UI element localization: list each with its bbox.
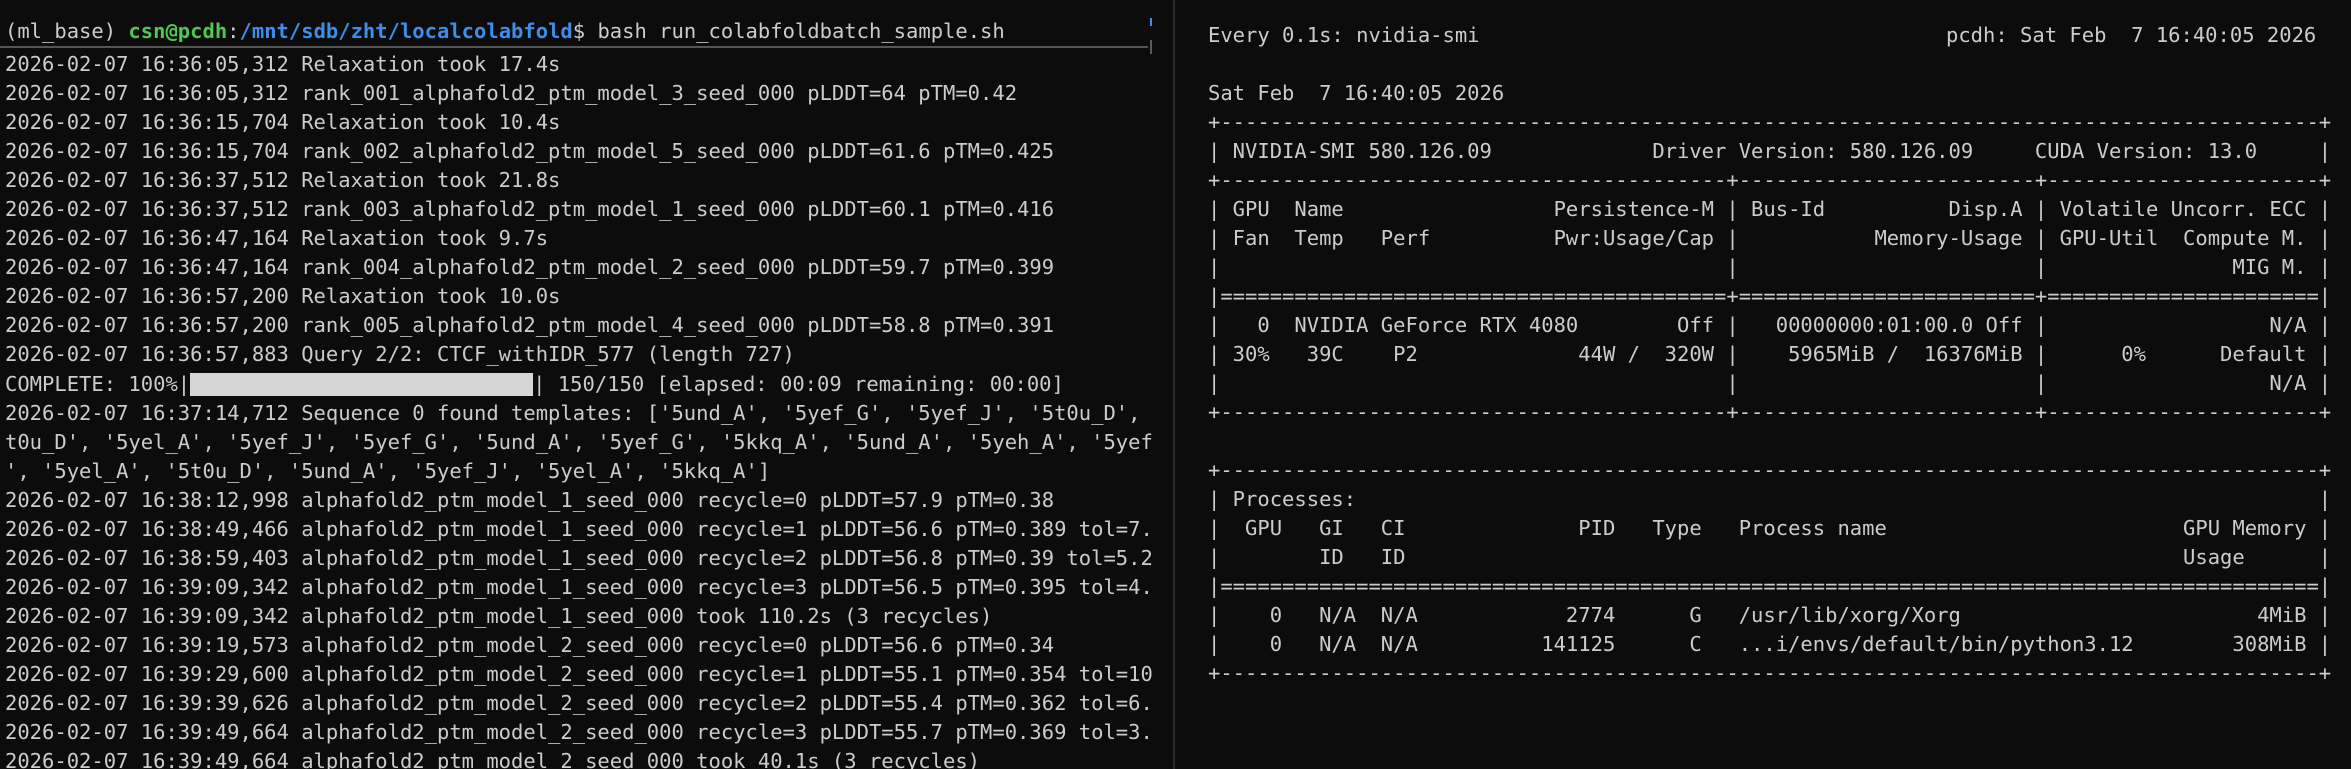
log-line: 2026-02-07 16:39:29,600 alphafold2_ptm_m… — [5, 662, 1152, 686]
smi-date-line: Sat Feb 7 16:40:05 2026 — [1208, 81, 1505, 105]
log-line: 2026-02-07 16:39:49,664 alphafold2_ptm_m… — [5, 749, 981, 769]
terminal-window: (ml_base) csn@pcdh:/mnt/sdb/zht/localcol… — [0, 0, 2351, 769]
smi-line: | 30% 39C P2 44W / 320W | 5965MiB / 1637… — [1208, 342, 2332, 366]
log-line: 2026-02-07 16:36:05,312 Relaxation took … — [5, 52, 561, 76]
smi-line: | | | MIG M. | — [1208, 255, 2332, 279]
watch-header-left: Every 0.1s: nvidia-smi — [1208, 23, 1480, 47]
pane-divider[interactable] — [1173, 0, 1175, 769]
log-line: ', '5yel_A', '5t0u_D', '5und_A', '5yef_J… — [5, 459, 771, 483]
smi-line: +---------------------------------------… — [1208, 168, 2332, 192]
log-line: 2026-02-07 16:36:37,512 rank_003_alphafo… — [5, 197, 1055, 221]
log-line: 2026-02-07 16:36:57,200 Relaxation took … — [5, 284, 561, 308]
log-line: 2026-02-07 16:37:14,712 Sequence 0 found… — [5, 401, 1152, 425]
smi-line: | | | N/A | — [1208, 371, 2332, 395]
smi-line: +---------------------------------------… — [1208, 661, 2332, 685]
left-terminal-pane[interactable]: (ml_base) csn@pcdh:/mnt/sdb/zht/localcol… — [0, 0, 1152, 769]
progress-prefix: COMPLETE: 100%| — [5, 372, 191, 396]
log-line: 2026-02-07 16:38:49,466 alphafold2_ptm_m… — [5, 517, 1152, 541]
smi-line: |=======================================… — [1208, 284, 2332, 308]
smi-line: +---------------------------------------… — [1208, 458, 2332, 482]
smi-line: +---------------------------------------… — [1208, 110, 2332, 134]
log-line: 2026-02-07 16:36:57,883 Query 2/2: CTCF_… — [5, 342, 795, 366]
log-line: 2026-02-07 16:39:09,342 alphafold2_ptm_m… — [5, 604, 993, 628]
smi-line: | Processes: | — [1208, 487, 2332, 511]
log-line: 2026-02-07 16:36:15,704 rank_002_alphafo… — [5, 139, 1055, 163]
smi-line: | NVIDIA-SMI 580.126.09 Driver Version: … — [1208, 139, 2332, 163]
progress-bar — [190, 370, 534, 399]
log-line: t0u_D', '5yel_A', '5yef_J', '5yef_G', '5… — [5, 430, 1152, 454]
smi-line: |=======================================… — [1208, 574, 2332, 598]
log-line: 2026-02-07 16:36:57,200 rank_005_alphafo… — [5, 313, 1055, 337]
log-line: 2026-02-07 16:36:47,164 Relaxation took … — [5, 226, 549, 250]
log-line: 2026-02-07 16:39:49,664 alphafold2_ptm_m… — [5, 720, 1152, 744]
scroll-position-marker — [1150, 18, 1152, 26]
log-line: 2026-02-07 16:38:12,998 alphafold2_ptm_m… — [5, 488, 1055, 512]
right-terminal-pane[interactable]: Every 0.1s: nvidia-smi pcdh: Sat Feb 7 1… — [1176, 0, 2351, 769]
prompt-path: /mnt/sdb/zht/localcolabfold — [239, 19, 573, 43]
smi-line: | GPU GI CI PID Type Process name GPU Me… — [1208, 516, 2332, 540]
log-line: 2026-02-07 16:39:39,626 alphafold2_ptm_m… — [5, 691, 1152, 715]
smi-line: | ID ID Usage | — [1208, 545, 2332, 569]
progress-line: COMPLETE: 100%| | 150/150 [elapsed: 00:09… — [5, 370, 1064, 399]
log-line: 2026-02-07 16:38:59,403 alphafold2_ptm_m… — [5, 546, 1152, 570]
prompt-symbol: $ — [572, 19, 598, 43]
scrollbar-thumb[interactable] — [1150, 40, 1152, 54]
log-line: 2026-02-07 16:36:05,312 rank_001_alphafo… — [5, 81, 1018, 105]
pane-top-rule — [0, 46, 1148, 48]
log-line: 2026-02-07 16:39:19,573 alphafold2_ptm_m… — [5, 633, 1055, 657]
prompt-user-host: csn@pcdh — [128, 19, 228, 43]
log-line: 2026-02-07 16:36:15,704 Relaxation took … — [5, 110, 561, 134]
smi-line: | 0 NVIDIA GeForce RTX 4080 Off | 000000… — [1208, 313, 2332, 337]
shell-prompt-line: (ml_base) csn@pcdh:/mnt/sdb/zht/localcol… — [5, 17, 1005, 46]
smi-line: | GPU Name Persistence-M | Bus-Id Disp.A… — [1208, 197, 2332, 221]
prompt-env: (ml_base) — [5, 19, 129, 43]
log-line: 2026-02-07 16:36:47,164 rank_004_alphafo… — [5, 255, 1055, 279]
prompt-separator: : — [227, 19, 240, 43]
log-line: 2026-02-07 16:36:37,512 Relaxation took … — [5, 168, 561, 192]
progress-bar-fill — [190, 373, 534, 396]
smi-line: | 0 N/A N/A 141125 C ...i/envs/default/b… — [1208, 632, 2332, 656]
smi-line: | 0 N/A N/A 2774 G /usr/lib/xorg/Xorg 4M… — [1208, 603, 2332, 627]
smi-line: +---------------------------------------… — [1208, 400, 2332, 424]
log-line: 2026-02-07 16:39:09,342 alphafold2_ptm_m… — [5, 575, 1152, 599]
prompt-command: bash run_colabfoldbatch_sample.sh — [597, 19, 1005, 43]
progress-suffix: | 150/150 [elapsed: 00:09 remaining: 00:… — [533, 372, 1064, 396]
smi-line: | Fan Temp Perf Pwr:Usage/Cap | Memory-U… — [1208, 226, 2332, 250]
watch-header-right: pcdh: Sat Feb 7 16:40:05 2026 — [1946, 23, 2317, 47]
